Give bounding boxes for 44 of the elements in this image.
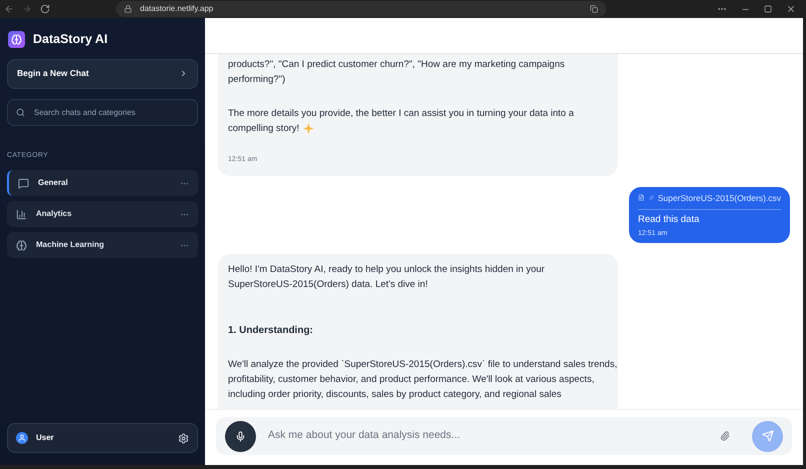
message-input[interactable]: Ask me about your data analysis needs... <box>268 428 708 444</box>
message-text: products?", "Can I predict customer churn?", "How are my marketing campaigns <box>228 58 565 72</box>
mic-icon <box>235 430 246 442</box>
message-text: Read this data <box>638 214 700 226</box>
category-item[interactable]: Machine Learning <box>7 232 198 258</box>
file-icon <box>638 193 645 202</box>
search-field[interactable]: Search chats and categories <box>7 98 198 126</box>
new-chat-button[interactable]: Begin a New Chat <box>7 58 198 89</box>
user-panel[interactable]: User <box>7 423 198 453</box>
message-text: SuperStoreUS-2015(Orders) data. Let's dive in! <box>228 278 428 292</box>
chevron-icon <box>179 69 188 78</box>
category-item[interactable]: Analytics <box>7 201 198 228</box>
message-text: performing?") <box>228 73 286 87</box>
message-text: profitability, customer behavior, and product performance. We'll look at various aspects, <box>228 373 594 388</box>
message-text: compelling story! <box>228 122 300 136</box>
settings-icon[interactable] <box>178 432 189 444</box>
maximize-icon[interactable] <box>764 5 772 13</box>
message-text: We'll analyze the provided `SuperStoreUS-2015(Orders).csv` file to understand sales trends, <box>228 358 618 372</box>
url-text: datastorie.netlify.app <box>140 3 214 15</box>
address-bar[interactable]: datastorie.netlify.app <box>116 1 606 17</box>
copy-icon[interactable] <box>590 5 598 13</box>
message-text: Hello! I'm DataStory AI, ready to help you unlock the insights hidden in your <box>228 263 545 278</box>
message-text: including order priority, discounts, sales by product category, and regional sales <box>228 388 562 402</box>
user-name: User <box>36 432 54 444</box>
chart-icon <box>16 208 27 220</box>
message-heading: 1. Understanding: <box>228 324 314 338</box>
category-item[interactable]: General <box>7 170 198 196</box>
message-field[interactable]: Ask me about your data analysis needs... <box>216 417 792 455</box>
logo-icon <box>8 30 25 48</box>
mic-button[interactable] <box>225 420 256 452</box>
app-title: DataStory AI <box>33 31 108 48</box>
close-icon[interactable] <box>786 4 796 14</box>
search-icon <box>16 108 25 117</box>
avatar-icon <box>16 432 28 444</box>
attachment-name: SuperStoreUS-2015(Orders).csv <box>658 192 781 204</box>
paperclip-icon <box>648 194 654 202</box>
lock-icon <box>124 5 132 13</box>
back-icon[interactable] <box>4 4 14 14</box>
chat-icon <box>18 178 29 189</box>
send-icon <box>762 430 774 442</box>
reload-icon[interactable] <box>40 4 50 14</box>
message-text: The more details you provide, the better I can assist you in turning your data into a <box>228 107 574 121</box>
paperclip-icon[interactable] <box>720 431 730 441</box>
brain-icon <box>16 240 27 251</box>
